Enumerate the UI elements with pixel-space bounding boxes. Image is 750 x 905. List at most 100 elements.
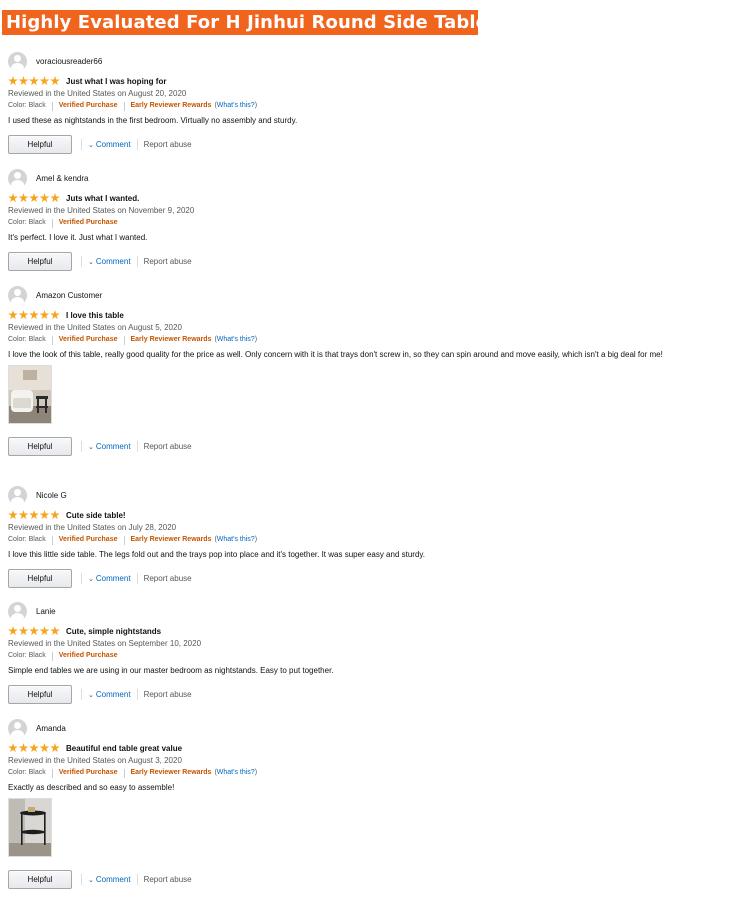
star-rating[interactable] (8, 510, 60, 520)
helpful-button[interactable]: Helpful (8, 569, 72, 588)
star-icon (39, 193, 50, 203)
whats-this-link[interactable]: What's this? (217, 336, 255, 343)
star-rating[interactable] (8, 310, 60, 320)
comment-link[interactable]: ⌄ Comment (88, 140, 131, 149)
star-icon (29, 510, 39, 520)
star-icon (18, 310, 29, 320)
whats-this-link-wrapper: (What's this?) (214, 336, 258, 343)
helpful-button[interactable]: Helpful (8, 135, 72, 154)
star-rating[interactable] (8, 743, 60, 753)
report-abuse-link[interactable]: Report abuse (144, 690, 192, 699)
helpful-button[interactable]: Helpful (8, 870, 72, 889)
star-icon (50, 626, 60, 636)
star-icon (18, 76, 29, 86)
divider (51, 768, 53, 778)
star-icon (39, 310, 50, 320)
product-variant[interactable]: Color: Black (8, 650, 46, 662)
review-date: Reviewed in the United States on August … (8, 323, 182, 332)
review-text: I love this little side table. The legs … (8, 550, 426, 559)
star-icon (39, 626, 50, 636)
product-variant[interactable]: Color: Black (8, 217, 46, 229)
review-title[interactable]: I love this table (66, 311, 124, 320)
whats-this-link[interactable]: What's this? (217, 536, 255, 543)
early-reviewer-badge: Early Reviewer Rewards (130, 102, 212, 109)
reviewer-profile[interactable]: voraciousreader66 (8, 51, 698, 71)
divider (51, 335, 53, 345)
reviewer-profile[interactable]: Nicole G (8, 485, 698, 505)
verified-purchase-badge: Verified Purchase (58, 336, 118, 343)
review: Lanie Cute, simple nightstands Reviewed … (8, 601, 698, 704)
chevron-down-icon: ⌄ (88, 443, 94, 451)
comment-link[interactable]: ⌄ Comment (88, 574, 131, 583)
product-variant[interactable]: Color: Black (8, 100, 46, 112)
whats-this-link[interactable]: What's this? (217, 102, 255, 109)
review-text: I used these as nightstands in the first… (8, 116, 298, 125)
product-variant[interactable]: Color: Black (8, 334, 46, 346)
helpful-button[interactable]: Helpful (8, 685, 72, 704)
review-title[interactable]: Juts what I wanted. (66, 194, 139, 203)
star-icon (18, 193, 29, 203)
review-meta: Color: Black Verified Purchase Early Rev… (8, 334, 698, 346)
star-icon (50, 743, 60, 753)
report-abuse-link[interactable]: Report abuse (144, 140, 192, 149)
star-icon (8, 743, 18, 753)
room-photo-image (9, 366, 51, 423)
review-date: Reviewed in the United States on Septemb… (8, 639, 202, 648)
report-abuse-link[interactable]: Report abuse (144, 257, 192, 266)
avatar-icon (8, 168, 27, 188)
divider (81, 689, 82, 700)
comment-link[interactable]: ⌄ Comment (88, 257, 131, 266)
star-rating[interactable] (8, 76, 60, 86)
product-variant[interactable]: Color: Black (8, 534, 46, 546)
review-title[interactable]: Cute side table! (66, 511, 126, 520)
reviewer-name: voraciousreader66 (36, 56, 103, 66)
reviewer-profile[interactable]: Amel & kendra (8, 168, 698, 188)
helpful-button[interactable]: Helpful (8, 437, 72, 456)
divider (123, 101, 125, 111)
star-icon (29, 310, 39, 320)
divider (51, 535, 53, 545)
review-title[interactable]: Just what I was hoping for (66, 77, 166, 86)
customer-photo[interactable] (8, 798, 52, 857)
whats-this-link[interactable]: What's this? (217, 769, 255, 776)
verified-purchase-badge: Verified Purchase (58, 536, 118, 543)
early-reviewer-badge: Early Reviewer Rewards (130, 336, 212, 343)
star-icon (29, 76, 39, 86)
divider (51, 218, 53, 228)
star-icon (50, 510, 60, 520)
comment-link[interactable]: ⌄ Comment (88, 442, 131, 451)
comment-label: Comment (95, 257, 131, 266)
review-text: Exactly as described and so easy to asse… (8, 783, 175, 792)
star-rating[interactable] (8, 193, 60, 203)
review-date: Reviewed in the United States on August … (8, 756, 182, 765)
review-date: Reviewed in the United States on Novembe… (8, 206, 195, 215)
star-icon (8, 626, 18, 636)
reviewer-name: Amel & kendra (36, 173, 89, 183)
product-variant[interactable]: Color: Black (8, 767, 46, 779)
customer-photo[interactable] (8, 365, 52, 424)
star-rating[interactable] (8, 626, 60, 636)
whats-this-link-wrapper: (What's this?) (214, 536, 258, 543)
review-text: I love the look of this table, really go… (8, 350, 663, 359)
reviewer-profile[interactable]: Amanda (8, 718, 698, 738)
helpful-button[interactable]: Helpful (8, 252, 72, 271)
avatar-icon (8, 718, 27, 738)
star-icon (18, 743, 29, 753)
comment-link[interactable]: ⌄ Comment (88, 690, 131, 699)
whats-this-link-wrapper: (What's this?) (214, 102, 258, 109)
report-abuse-link[interactable]: Report abuse (144, 875, 192, 884)
star-icon (8, 193, 18, 203)
avatar-icon (8, 601, 27, 621)
comment-label: Comment (95, 690, 131, 699)
review-title[interactable]: Beautiful end table great value (66, 744, 182, 753)
review: Nicole G Cute side table! Reviewed in th… (8, 485, 698, 588)
reviewer-name: Amazon Customer (36, 290, 103, 300)
divider (81, 139, 82, 150)
report-abuse-link[interactable]: Report abuse (144, 574, 192, 583)
reviewer-profile[interactable]: Lanie (8, 601, 698, 621)
star-icon (18, 510, 29, 520)
report-abuse-link[interactable]: Report abuse (144, 442, 192, 451)
review-title[interactable]: Cute, simple nightstands (66, 627, 161, 636)
reviewer-profile[interactable]: Amazon Customer (8, 285, 698, 305)
comment-link[interactable]: ⌄ Comment (88, 875, 131, 884)
